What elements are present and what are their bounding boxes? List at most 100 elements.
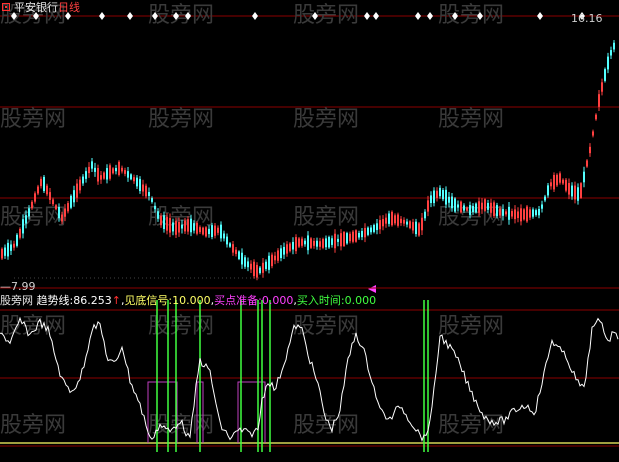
buy-time-value: 0.000 — [344, 294, 377, 307]
candle-body — [214, 225, 216, 236]
candle-body — [502, 209, 504, 216]
candle-body — [301, 238, 303, 246]
candle-body — [487, 202, 489, 210]
candle-body — [280, 248, 282, 259]
white-diamond-marker-icon — [99, 12, 105, 20]
watermark-text: 股旁网 — [0, 314, 66, 339]
candle-body — [415, 221, 417, 235]
stock-name: 平安银行 — [14, 1, 58, 14]
candle-body — [64, 208, 66, 217]
candle-body — [385, 217, 387, 224]
candle-body — [568, 183, 570, 195]
candle-body — [7, 242, 9, 257]
candle-body — [532, 209, 534, 217]
watermark-text: 股旁网 — [293, 107, 359, 132]
candle-body — [475, 203, 477, 213]
candle-body — [283, 246, 285, 255]
candle-body — [34, 193, 36, 202]
candle-body — [166, 216, 168, 231]
candle-body — [463, 205, 465, 211]
candle-body — [229, 243, 231, 247]
candle-body — [316, 240, 318, 247]
low-price-value: 7.99 — [11, 280, 36, 293]
candle-body — [409, 221, 411, 229]
candle-body — [457, 204, 459, 208]
candle-body — [376, 223, 378, 231]
candle-body — [304, 240, 306, 245]
candle-body — [319, 241, 321, 247]
candle-body — [139, 178, 141, 192]
candle-body — [13, 243, 15, 248]
candle-body — [577, 187, 579, 201]
candle-body — [565, 179, 567, 191]
candle-body — [181, 224, 183, 229]
candle-body — [268, 255, 270, 270]
candle-body — [529, 209, 531, 218]
candle-body — [109, 165, 111, 179]
candle-body — [244, 257, 246, 267]
candle-body — [22, 219, 24, 234]
candle-body — [361, 231, 363, 238]
kline-chart-canvas[interactable]: 股旁网 股旁网 股旁网 股旁网股旁网 股旁网 股旁网 股旁网股旁网 股旁网 股旁网 股旁网股旁网股… — [0, 0, 619, 462]
candle-body — [493, 202, 495, 217]
candle-body — [4, 247, 6, 256]
candle-body — [28, 208, 30, 217]
candle-body — [1, 248, 3, 259]
candle-body — [46, 185, 48, 195]
candle-body — [196, 222, 198, 234]
candle-body — [262, 262, 264, 273]
candle-body — [421, 217, 423, 231]
candle-body — [373, 224, 375, 232]
candle-body — [478, 201, 480, 213]
candle-body — [424, 211, 426, 219]
candle-body — [88, 166, 90, 174]
candle-body — [520, 208, 522, 222]
candle-body — [256, 264, 258, 278]
candle-body — [118, 161, 120, 175]
bottom-signal-value: 10.000 — [172, 294, 211, 307]
candle-body — [16, 234, 18, 246]
candle-body — [265, 261, 267, 269]
candle-body — [292, 241, 294, 250]
watermark-text: 股旁网 — [0, 107, 66, 132]
candle-body — [574, 185, 576, 200]
candle-body — [313, 240, 315, 246]
candle-body — [370, 227, 372, 233]
candle-body — [310, 238, 312, 248]
candle-body — [61, 214, 63, 222]
white-diamond-marker-icon — [373, 12, 379, 20]
candle-body — [367, 227, 369, 235]
candle-body — [190, 218, 192, 233]
candle-body — [547, 185, 549, 196]
candle-body — [481, 202, 483, 210]
candle-body — [541, 204, 543, 209]
candle-body — [505, 211, 507, 215]
candle-body — [508, 206, 510, 220]
candle-body — [178, 221, 180, 233]
candle-body — [613, 42, 615, 50]
candle-body — [442, 189, 444, 200]
candle-body — [10, 244, 12, 251]
candle-body — [346, 233, 348, 244]
candle-body — [589, 146, 591, 154]
candle-body — [112, 168, 114, 174]
candle-body — [154, 205, 156, 210]
candle-body — [106, 168, 108, 180]
candle-body — [472, 205, 474, 213]
indicator-name[interactable]: 股旁网 — [0, 294, 33, 307]
candle-body — [526, 206, 528, 222]
candle-body — [145, 185, 147, 197]
candle-body — [31, 201, 33, 209]
candle-body — [388, 213, 390, 224]
candle-body — [355, 230, 357, 242]
period-label[interactable]: 日线 — [58, 1, 80, 14]
candle-body — [40, 178, 42, 187]
chart-square-icon[interactable] — [2, 3, 10, 11]
candle-body — [394, 215, 396, 224]
candle-body — [580, 183, 582, 198]
candle-body — [235, 249, 237, 254]
white-diamond-marker-icon — [252, 12, 258, 20]
buy-time-label: 买入时间: — [296, 294, 345, 307]
candle-body — [514, 209, 516, 220]
up-arrow-icon: ↑ — [111, 294, 121, 307]
